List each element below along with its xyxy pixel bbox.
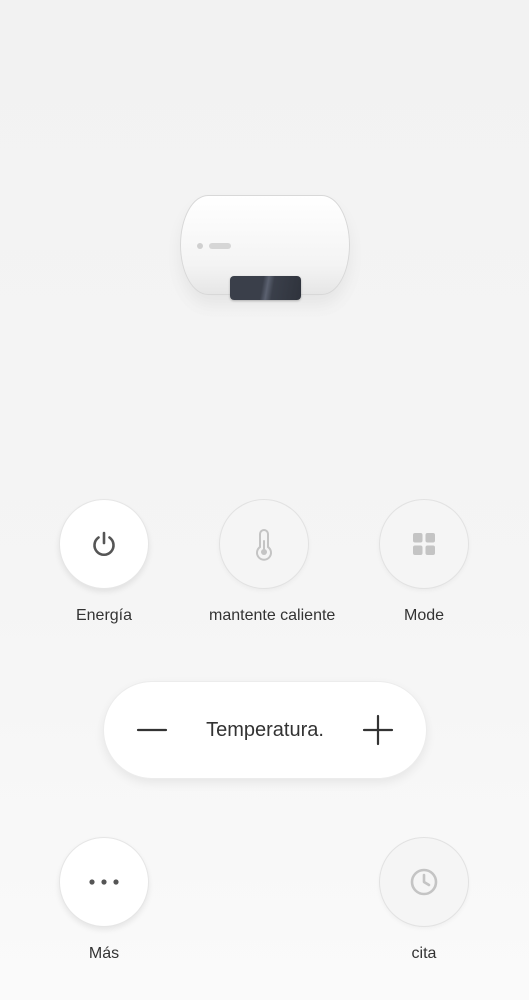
schedule-control: cita bbox=[369, 837, 479, 963]
keep-warm-button[interactable] bbox=[219, 499, 309, 589]
more-control: Más bbox=[49, 837, 159, 963]
power-label: Energía bbox=[75, 607, 133, 624]
temperature-increase-button[interactable] bbox=[348, 682, 408, 778]
more-label: Más bbox=[88, 945, 120, 962]
temperature-decrease-button[interactable] bbox=[122, 682, 182, 778]
temperature-label: Temperatura. bbox=[206, 719, 324, 741]
schedule-label: cita bbox=[411, 945, 437, 962]
keep-warm-control: mantente caliente bbox=[209, 499, 336, 625]
water-heater-image bbox=[180, 195, 350, 300]
power-button[interactable] bbox=[59, 499, 149, 589]
power-icon bbox=[93, 531, 115, 556]
heater-indicator-bar bbox=[209, 243, 231, 249]
heater-display-panel bbox=[230, 276, 301, 300]
mode-label: Mode bbox=[403, 607, 445, 624]
more-button[interactable] bbox=[59, 837, 149, 927]
plus-icon bbox=[362, 714, 394, 746]
mode-control: Mode bbox=[369, 499, 479, 625]
mode-button[interactable] bbox=[379, 499, 469, 589]
power-control: Energía bbox=[49, 499, 159, 625]
thermometer-icon bbox=[256, 529, 272, 561]
heater-indicator-dot bbox=[197, 243, 203, 249]
temperature-control: Temperatura. bbox=[103, 681, 427, 779]
schedule-button[interactable] bbox=[379, 837, 469, 927]
grid-icon bbox=[413, 533, 435, 555]
minus-icon bbox=[136, 728, 168, 732]
keep-warm-label: mantente caliente bbox=[209, 607, 336, 624]
clock-icon bbox=[410, 868, 438, 896]
more-dots-icon bbox=[89, 879, 119, 885]
